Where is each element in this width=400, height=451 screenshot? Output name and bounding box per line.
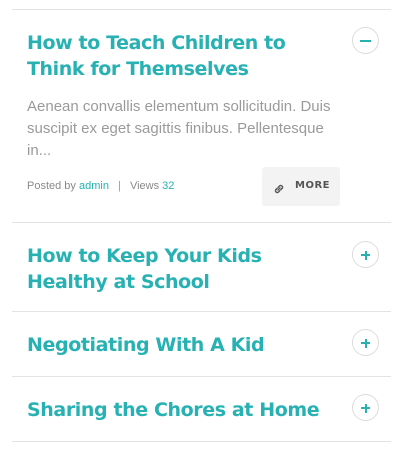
post-excerpt: Aenean convallis elementum sollicitudin.…	[27, 98, 331, 159]
expand-toggle-button[interactable]	[352, 394, 379, 421]
accordion-item: How to Teach Children to Think for Thems…	[12, 10, 391, 223]
accordion-item-title[interactable]: How to Teach Children to Think for Thems…	[27, 30, 337, 82]
collapse-toggle-button[interactable]	[352, 27, 379, 54]
posted-by-label: Posted by	[27, 180, 76, 192]
expand-toggle-button[interactable]	[352, 329, 379, 356]
accordion-item: How to Keep Your Kids Healthy at School	[12, 223, 391, 312]
expand-toggle-button[interactable]	[352, 241, 379, 268]
more-button-label: MORE	[295, 180, 330, 191]
accordion-item: Sharing the Chores at Home	[12, 377, 391, 442]
link-icon	[273, 180, 285, 199]
accordion-item: Negotiating With A Kid	[12, 312, 391, 377]
views-count: 32	[162, 180, 175, 192]
minus-icon	[360, 40, 371, 42]
author-link[interactable]: admin	[79, 180, 109, 192]
accordion-item-title[interactable]: Sharing the Chores at Home	[27, 397, 337, 423]
accordion-item-title[interactable]: Negotiating With A Kid	[27, 332, 337, 358]
meta-separator: |	[118, 180, 121, 192]
more-button[interactable]: MORE	[262, 167, 340, 206]
post-meta: Posted by admin | Views 32	[27, 180, 174, 192]
views-label: Views	[129, 180, 160, 192]
accordion-item-title[interactable]: How to Keep Your Kids Healthy at School	[27, 243, 337, 295]
